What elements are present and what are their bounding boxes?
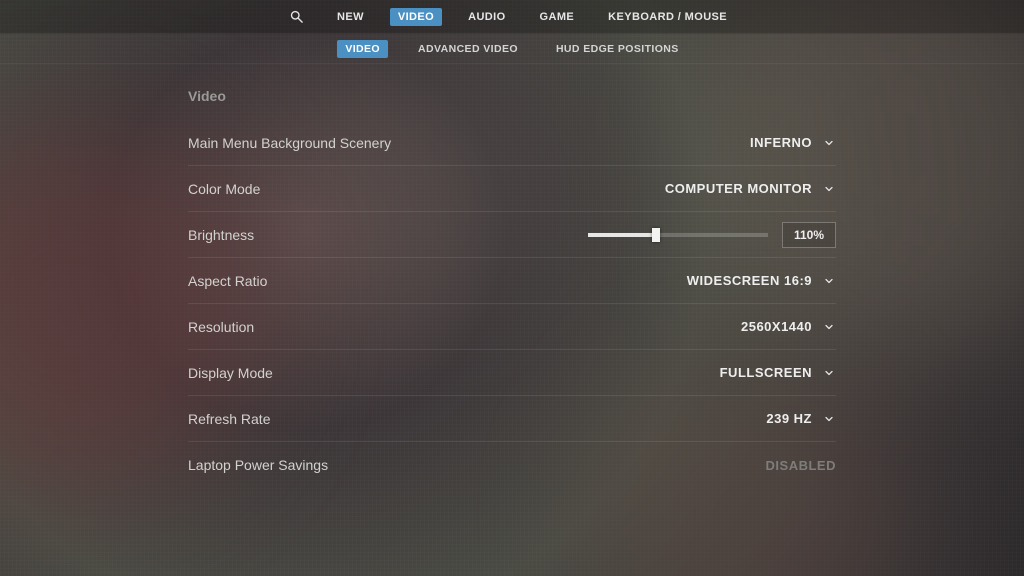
brightness-value-box[interactable]: 110% <box>782 222 836 248</box>
setting-value-disabled: DISABLED <box>766 458 836 473</box>
setting-row-resolution[interactable]: Resolution 2560X1440 <box>188 304 836 350</box>
setting-label: Laptop Power Savings <box>188 457 328 473</box>
subtab-advanced-video[interactable]: ADVANCED VIDEO <box>410 40 526 58</box>
tab-video[interactable]: VIDEO <box>390 8 442 26</box>
top-tab-bar: NEW VIDEO AUDIO GAME KEYBOARD / MOUSE <box>0 0 1024 34</box>
subtab-hud-edge-positions[interactable]: HUD EDGE POSITIONS <box>548 40 687 58</box>
setting-row-background-scenery[interactable]: Main Menu Background Scenery INFERNO <box>188 120 836 166</box>
slider-handle[interactable] <box>652 228 660 242</box>
setting-value: WIDESCREEN 16:9 <box>687 273 812 288</box>
slider-fill <box>588 233 656 237</box>
chevron-down-icon <box>822 366 836 380</box>
setting-row-laptop-power-savings: Laptop Power Savings DISABLED <box>188 442 836 488</box>
setting-value: INFERNO <box>750 135 812 150</box>
setting-row-display-mode[interactable]: Display Mode FULLSCREEN <box>188 350 836 396</box>
main-tabs: NEW VIDEO AUDIO GAME KEYBOARD / MOUSE <box>329 8 735 26</box>
setting-row-brightness: Brightness 110% <box>188 212 836 258</box>
brightness-slider[interactable] <box>588 233 768 237</box>
setting-value: FULLSCREEN <box>720 365 812 380</box>
video-settings-panel: Video Main Menu Background Scenery INFER… <box>188 88 836 488</box>
subtab-video[interactable]: VIDEO <box>337 40 388 58</box>
setting-row-color-mode[interactable]: Color Mode COMPUTER MONITOR <box>188 166 836 212</box>
chevron-down-icon <box>822 182 836 196</box>
chevron-down-icon <box>822 274 836 288</box>
setting-label: Display Mode <box>188 365 273 381</box>
setting-label: Resolution <box>188 319 254 335</box>
setting-label: Color Mode <box>188 181 260 197</box>
setting-label: Aspect Ratio <box>188 273 267 289</box>
sub-tab-bar: VIDEO ADVANCED VIDEO HUD EDGE POSITIONS <box>0 34 1024 64</box>
search-icon[interactable] <box>289 9 305 25</box>
chevron-down-icon <box>822 412 836 426</box>
setting-label: Refresh Rate <box>188 411 270 427</box>
setting-label: Brightness <box>188 227 254 243</box>
setting-value: COMPUTER MONITOR <box>665 181 812 196</box>
chevron-down-icon <box>822 136 836 150</box>
tab-keyboard-mouse[interactable]: KEYBOARD / MOUSE <box>600 8 735 26</box>
tab-game[interactable]: GAME <box>532 8 583 26</box>
chevron-down-icon <box>822 320 836 334</box>
setting-value: 2560X1440 <box>741 319 812 334</box>
setting-value: 239 HZ <box>766 411 812 426</box>
setting-row-aspect-ratio[interactable]: Aspect Ratio WIDESCREEN 16:9 <box>188 258 836 304</box>
section-title: Video <box>188 88 836 104</box>
setting-row-refresh-rate[interactable]: Refresh Rate 239 HZ <box>188 396 836 442</box>
setting-label: Main Menu Background Scenery <box>188 135 391 151</box>
tab-new[interactable]: NEW <box>329 8 372 26</box>
tab-audio[interactable]: AUDIO <box>460 8 513 26</box>
